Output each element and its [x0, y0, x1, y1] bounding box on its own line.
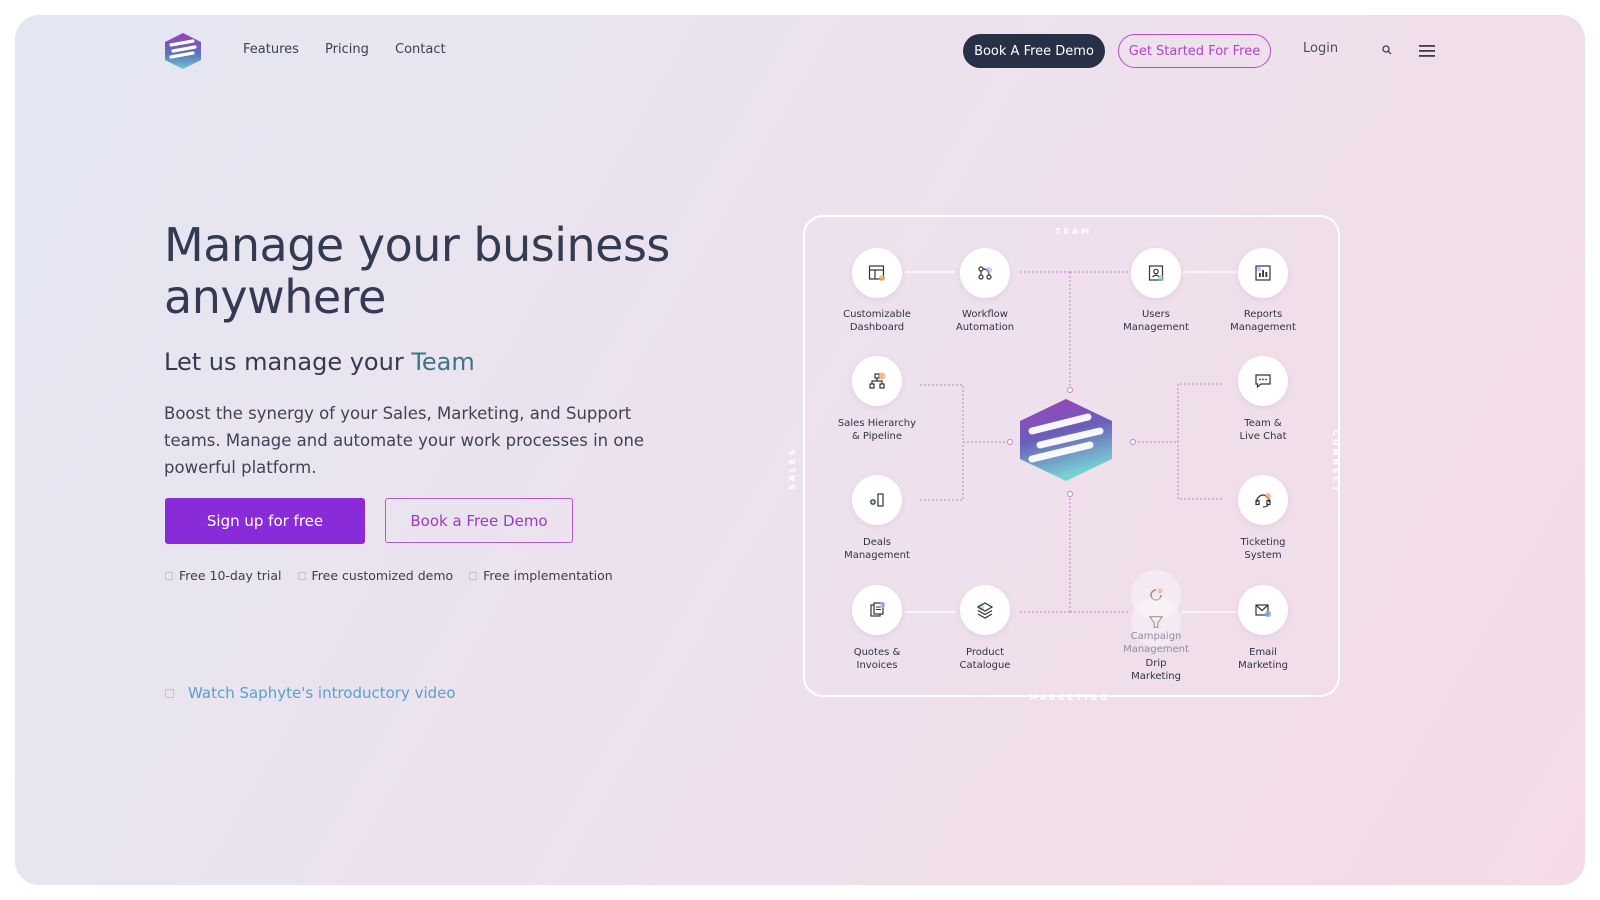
node-label-line: Management: [1123, 643, 1189, 655]
node-users-management[interactable]: [1131, 248, 1181, 298]
diagram-connectors: [905, 271, 1237, 613]
node-label-line: System: [1244, 549, 1282, 561]
node-ticketing-system[interactable]: [1238, 475, 1288, 525]
workflow-icon: [978, 266, 992, 280]
node-label-line: Users: [1141, 309, 1170, 320]
node-label-line: Invoices: [856, 659, 898, 671]
node-label: Team & Live Chat: [1208, 418, 1318, 443]
node-label-line: Live Chat: [1239, 430, 1287, 442]
node-label-line: Team &: [1244, 418, 1282, 429]
node-label: Deals Management: [822, 537, 932, 562]
node-label-line: Ticketing: [1240, 537, 1286, 548]
dashboard-icon: [868, 265, 885, 281]
node-product-catalogue[interactable]: [960, 585, 1010, 635]
node-quotes-invoices[interactable]: [852, 585, 902, 635]
center-hub-logo: [1020, 399, 1112, 481]
node-label-line: Dashboard: [849, 321, 905, 333]
layers-icon: [976, 602, 994, 619]
node-label-line: Management: [1230, 321, 1296, 333]
node-label-line: Quotes &: [853, 647, 901, 658]
node-label-line: Deals: [863, 537, 891, 548]
node-label-line: Drip: [1145, 658, 1167, 669]
node-label-line: & Pipeline: [851, 430, 903, 442]
node-reports-management[interactable]: [1238, 248, 1288, 298]
node-label: Reports Management: [1208, 309, 1318, 334]
node-label-line: Marketing: [1131, 670, 1181, 682]
node-label: Drip Marketing: [1101, 658, 1211, 683]
node-customizable-dashboard[interactable]: [852, 248, 902, 298]
node-label: Workflow Automation: [930, 309, 1040, 334]
email-icon: [1255, 604, 1272, 618]
node-label-line: Customizable: [843, 309, 911, 320]
headset-icon: [1255, 493, 1271, 508]
node-label-line: Management: [1123, 321, 1189, 333]
node-label: Sales Hierarchy & Pipeline: [822, 418, 932, 443]
users-icon: [1148, 265, 1164, 281]
node-email-marketing[interactable]: [1238, 585, 1288, 635]
node-label: Customizable Dashboard: [822, 309, 932, 334]
node-label-line: Campaign: [1130, 631, 1182, 642]
node-label-line: Product: [966, 647, 1004, 658]
node-workflow-automation[interactable]: [960, 248, 1010, 298]
node-label: Ticketing System: [1208, 537, 1318, 562]
chat-icon: [1255, 374, 1271, 389]
invoice-icon: [870, 602, 886, 617]
reports-icon: [1255, 265, 1271, 281]
node-team-live-chat[interactable]: [1238, 356, 1288, 406]
node-label-line: Workflow: [962, 309, 1008, 320]
node-label-line: Marketing: [1238, 659, 1288, 671]
deals-icon: [870, 493, 884, 507]
node-deals-management[interactable]: [852, 475, 902, 525]
funnel-icon: [1148, 616, 1164, 628]
hierarchy-icon: [869, 372, 886, 389]
node-label-line: Sales Hierarchy: [837, 418, 917, 429]
node-label-line: Email: [1249, 647, 1277, 658]
node-sales-hierarchy[interactable]: [852, 356, 902, 406]
node-label-line: Automation: [955, 321, 1015, 333]
node-label: Quotes & Invoices: [822, 647, 932, 672]
node-label: Campaign Management: [1101, 631, 1211, 656]
node-label-line: Management: [844, 549, 910, 561]
node-label: Users Management: [1101, 309, 1211, 334]
node-label-line: Reports: [1243, 309, 1283, 320]
node-label: Email Marketing: [1208, 647, 1318, 672]
node-label-line: Catalogue: [959, 659, 1011, 671]
node-label: Product Catalogue: [930, 647, 1040, 672]
